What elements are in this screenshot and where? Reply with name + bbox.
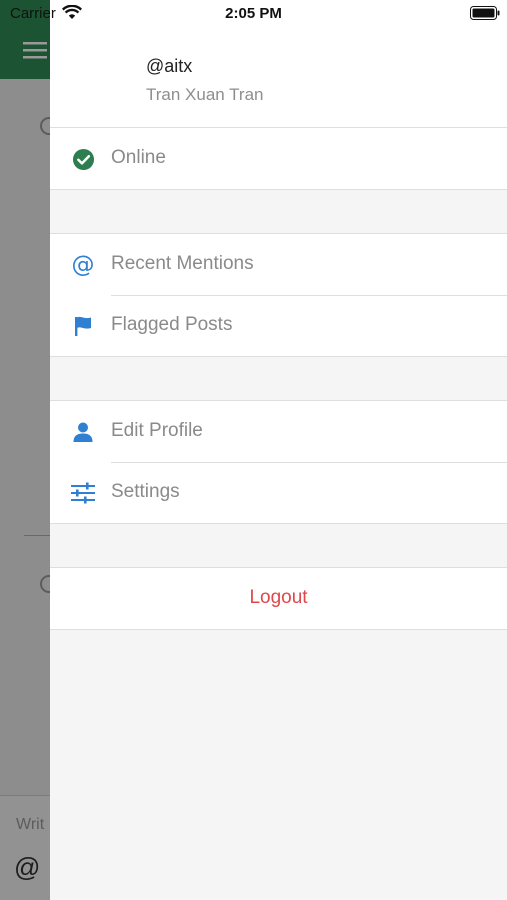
check-circle-icon	[71, 147, 95, 171]
status-bar: Carrier 2:05 PM	[0, 0, 507, 28]
activity-section: @ Recent Mentions Flagged Posts	[50, 233, 507, 357]
logout-label: Logout	[249, 587, 308, 608]
sliders-icon	[71, 481, 95, 505]
status-time: 2:05 PM	[225, 5, 282, 22]
battery-icon	[470, 6, 500, 25]
user-icon	[71, 420, 95, 444]
background-app: Writ @	[0, 0, 50, 900]
profile-username: @aitx	[146, 56, 193, 76]
logout-section: Logout	[50, 567, 507, 630]
recent-mentions-label: Recent Mentions	[111, 253, 254, 274]
flagged-posts-item[interactable]: Flagged Posts	[50, 295, 507, 356]
profile-full-name: Tran Xuan Tran	[146, 85, 264, 104]
status-section: Online	[50, 127, 507, 190]
dim-overlay[interactable]	[0, 0, 50, 900]
settings-label: Settings	[111, 481, 180, 502]
side-drawer: @aitx Tran Xuan Tran Online @ Recent Men…	[50, 0, 507, 900]
status-label: Online	[111, 147, 166, 168]
flag-icon	[71, 314, 95, 338]
flagged-posts-label: Flagged Posts	[111, 314, 233, 335]
settings-item[interactable]: Settings	[50, 462, 507, 523]
recent-mentions-item[interactable]: @ Recent Mentions	[50, 234, 507, 295]
at-icon: @	[71, 252, 95, 278]
edit-profile-label: Edit Profile	[111, 420, 203, 441]
edit-profile-item[interactable]: Edit Profile	[50, 401, 507, 462]
status-online-item[interactable]: Online	[50, 128, 507, 189]
account-section: Edit Profile Settings	[50, 400, 507, 524]
logout-button[interactable]: Logout	[50, 568, 507, 629]
